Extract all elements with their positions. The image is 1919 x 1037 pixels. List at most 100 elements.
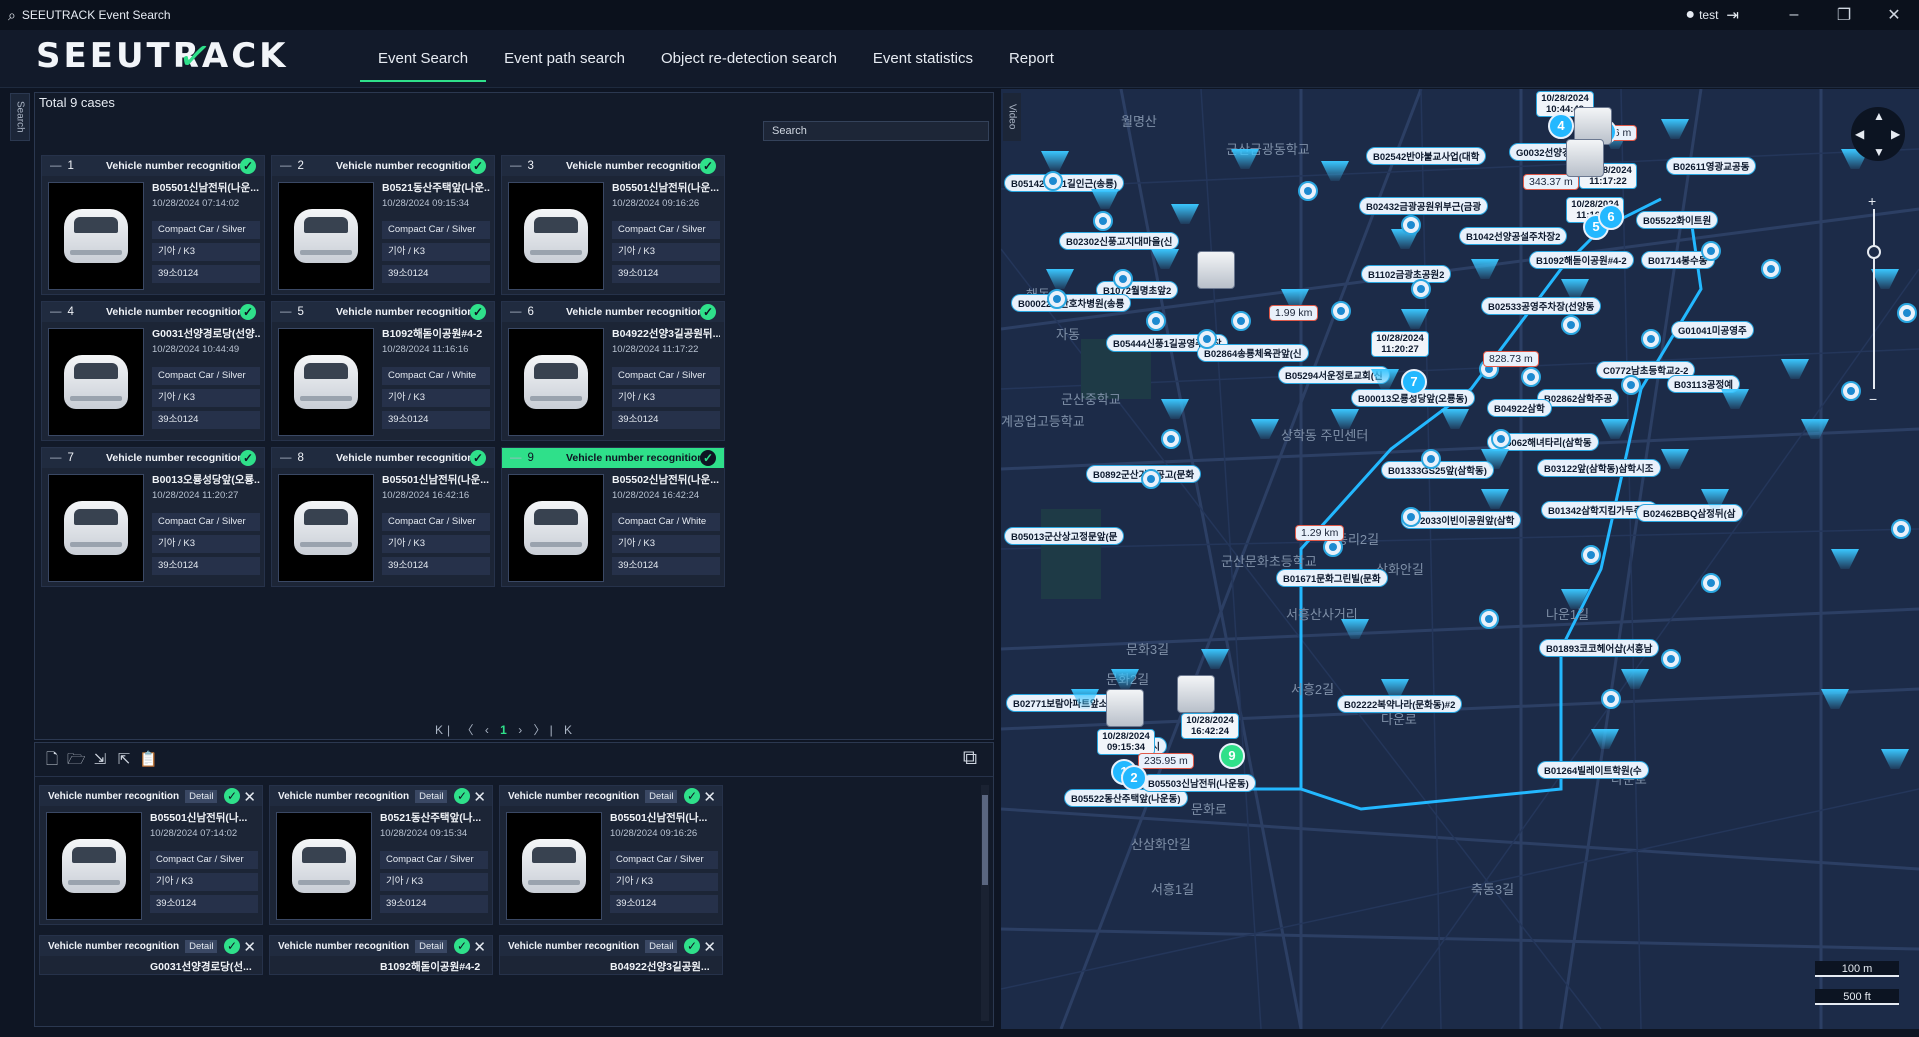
next-group-button[interactable]: 〉 [534,723,550,737]
camera-label[interactable]: B01264빌레이트학원(수 [1537,761,1649,779]
check-icon[interactable]: ✓ [240,450,256,466]
camera-pin-icon[interactable] [1761,259,1781,279]
event-card[interactable]: — 5 Vehicle number recognition ✓ B1092해돋… [271,301,495,441]
vehicle-thumbnail[interactable] [48,328,144,436]
detail-button[interactable]: Detail [645,789,678,803]
selected-event-card[interactable]: Vehicle number recognition Detail ✓ ✕ G00… [39,935,263,975]
panel-splitter[interactable] [996,92,1000,1027]
detail-button[interactable]: Detail [185,789,218,803]
camera-label[interactable]: B02533공영주차장(선양동 [1481,297,1602,315]
check-icon[interactable]: ✓ [470,158,486,174]
prev-page-button[interactable]: ‹ [485,723,493,737]
camera-pin-icon[interactable] [1047,289,1067,309]
check-icon[interactable]: ✓ [700,450,716,466]
minimize-button[interactable]: – [1769,0,1819,30]
import-icon[interactable]: ⇱ [115,751,133,769]
maximize-button[interactable]: ❐ [1819,0,1869,30]
camera-label[interactable]: B01671문화그린빌(문화 [1276,569,1388,587]
camera-pin-icon[interactable] [1113,269,1133,289]
sequence-marker[interactable]: 6 [1598,204,1624,230]
camera-label[interactable]: B02432금광공원위부근(금광 [1359,197,1489,215]
camera-label[interactable]: B05294서운정로교회(신 [1278,366,1390,384]
scrollbar[interactable] [981,785,989,1021]
event-card[interactable]: — 7 Vehicle number recognition ✓ B0013오룡… [41,447,265,587]
camera-label[interactable]: B1092해돋이공원#4-2 [1529,251,1634,269]
vehicle-thumbnail[interactable] [278,474,374,582]
zoom-slider[interactable]: + − [1867,193,1881,407]
selected-event-card[interactable]: Vehicle number recognition Detail ✓ ✕ B0… [269,785,493,925]
vehicle-thumbnail[interactable] [278,328,374,436]
event-card[interactable]: — 1 Vehicle number recognition ✓ B05501신… [41,155,265,295]
user-avatar-icon[interactable]: ● [1685,6,1695,24]
remove-icon[interactable]: ✕ [473,788,486,806]
vehicle-thumbnail[interactable] [508,474,604,582]
event-card[interactable]: — 8 Vehicle number recognition ✓ B05501신… [271,447,495,587]
vehicle-snapshot-icon[interactable] [1177,675,1215,713]
camera-pin-icon[interactable] [1621,375,1641,395]
camera-pin-icon[interactable] [1897,303,1917,323]
check-icon[interactable]: ✓ [470,304,486,320]
last-page-button[interactable]: K [564,723,576,737]
remove-icon[interactable]: ✕ [243,938,256,956]
camera-label[interactable]: B02302신풍고지대마을(신 [1059,232,1180,250]
camera-pin-icon[interactable] [1231,311,1251,331]
camera-pin-icon[interactable] [1581,545,1601,565]
prev-group-button[interactable]: 〈 [461,723,477,737]
camera-pin-icon[interactable] [1197,329,1217,349]
tab-event-statistics[interactable]: Event statistics [855,30,991,88]
camera-pin-icon[interactable] [1421,449,1441,469]
selected-event-card[interactable]: Vehicle number recognition Detail ✓ ✕ B0… [39,785,263,925]
sequence-marker[interactable]: 7 [1401,369,1427,395]
zoom-out-icon[interactable]: − [1869,391,1877,407]
close-window-button[interactable]: ✕ [1869,0,1919,30]
zoom-in-icon[interactable]: + [1868,193,1876,209]
camera-label[interactable]: B02542반야불교사업(대학 [1366,147,1487,165]
check-icon[interactable]: ✓ [684,938,700,954]
camera-label[interactable]: B03122앞(삼학동)삼학시조 [1537,459,1661,477]
vehicle-snapshot-icon[interactable] [1106,689,1144,727]
detail-button[interactable]: Detail [415,939,448,953]
vehicle-thumbnail[interactable] [278,182,374,290]
check-icon[interactable]: ✓ [700,158,716,174]
check-icon[interactable]: ✓ [240,304,256,320]
vehicle-thumbnail[interactable] [48,182,144,290]
camera-label[interactable]: B05503신남전뒤(나운동) [1141,774,1256,792]
vehicle-thumbnail[interactable] [48,474,144,582]
camera-label[interactable]: B05013군산상고정문앞(문 [1004,527,1125,545]
camera-pin-icon[interactable] [1561,315,1581,335]
check-icon[interactable]: ✓ [240,158,256,174]
tab-report[interactable]: Report [991,30,1072,88]
camera-label[interactable]: B01893코코헤어샵(서흥남 [1539,639,1660,657]
event-card[interactable]: — 3 Vehicle number recognition ✓ B05501신… [501,155,725,295]
camera-pin-icon[interactable] [1641,329,1661,349]
remove-icon[interactable]: ✕ [473,938,486,956]
vehicle-thumbnail[interactable] [508,182,604,290]
camera-label[interactable]: B1102금광초공원2 [1361,265,1452,283]
first-page-button[interactable]: K [435,723,447,737]
camera-pin-icon[interactable] [1891,519,1911,539]
vehicle-thumbnail[interactable] [276,812,372,920]
map-pan-control[interactable]: ▲ ▼ ◀ ▶ [1851,107,1905,161]
vehicle-snapshot-icon[interactable] [1566,139,1604,177]
event-card[interactable]: — 2 Vehicle number recognition ✓ B0521동산… [271,155,495,295]
clipboard-icon[interactable]: 📋 [139,751,158,769]
check-icon[interactable]: ✓ [700,304,716,320]
map-layers-icon[interactable]: ⧉ [957,747,983,773]
sequence-marker[interactable]: 9 [1219,743,1245,769]
event-card[interactable]: — 4 Vehicle number recognition ✓ G0031선양… [41,301,265,441]
search-side-tab[interactable]: Search [10,93,30,141]
next-page-button[interactable]: › [518,723,526,737]
tab-object-redetection[interactable]: Object re-detection search [643,30,855,88]
selected-event-card[interactable]: Vehicle number recognition Detail ✓ ✕ B04… [499,935,723,975]
camera-label[interactable]: B1042선양공설주차장2 [1459,227,1568,245]
sequence-marker[interactable]: 4 [1548,113,1574,139]
detail-button[interactable]: Detail [185,939,218,953]
camera-pin-icon[interactable] [1601,689,1621,709]
check-icon[interactable]: ✓ [224,938,240,954]
camera-label[interactable]: B02611영광교공동 [1666,157,1757,175]
open-folder-icon[interactable]: 🗁 [67,751,86,769]
camera-label[interactable]: G01041미공영주 [1671,321,1754,339]
selected-event-card[interactable]: Vehicle number recognition Detail ✓ ✕ B10… [269,935,493,975]
event-card[interactable]: — 6 Vehicle number recognition ✓ B04922선… [501,301,725,441]
search-input[interactable] [763,121,989,141]
